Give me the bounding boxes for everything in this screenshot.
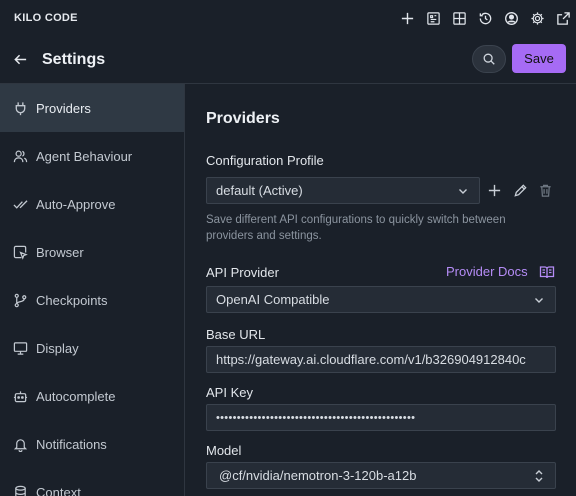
sidebar-item-checkpoints[interactable]: Checkpoints: [0, 276, 184, 324]
chevron-down-icon: [535, 298, 543, 303]
sidebar-item-label: Agent Behaviour: [36, 148, 133, 164]
book-open-icon[interactable]: [539, 264, 555, 280]
sidebar-item-label: Providers: [36, 100, 91, 116]
sidebar-item-label: Notifications: [36, 436, 107, 452]
api-provider-value: OpenAI Compatible: [216, 292, 330, 307]
base-url-label: Base URL: [206, 327, 266, 342]
history-icon[interactable]: [472, 0, 498, 36]
api-key-label: API Key: [206, 385, 253, 400]
base-url-value: https://gateway.ai.cloudflare.com/v1/b32…: [216, 352, 526, 367]
search-icon: [483, 53, 495, 65]
browser-cursor-icon: [12, 244, 28, 260]
chevron-updown-icon: [535, 470, 543, 482]
settings-header: Settings Save: [0, 36, 576, 84]
sidebar-item-autocomplete[interactable]: Autocomplete: [0, 372, 184, 420]
monitor-icon: [12, 340, 28, 356]
settings-content: Providers Configuration Profile default …: [186, 84, 576, 496]
sidebar-item-agent-behaviour[interactable]: Agent Behaviour: [0, 132, 184, 180]
sidebar-item-providers[interactable]: Providers: [0, 84, 184, 132]
sidebar-item-display[interactable]: Display: [0, 324, 184, 372]
api-key-input[interactable]: ••••••••••••••••••••••••••••••••••••••••…: [206, 404, 556, 431]
sidebar-item-label: Browser: [36, 244, 84, 260]
sidebar-item-notifications[interactable]: Notifications: [0, 420, 184, 468]
sidebar-item-auto-approve[interactable]: Auto-Approve: [0, 180, 184, 228]
config-profile-help: Save different API configurations to qui…: [206, 214, 506, 242]
robot-icon: [12, 388, 28, 404]
plug-icon: [12, 100, 28, 116]
page-title: Settings: [42, 50, 106, 68]
account-icon[interactable]: [498, 0, 524, 36]
sidebar-item-label: Auto-Approve: [36, 196, 116, 212]
sidebar-item-label: Autocomplete: [36, 388, 116, 404]
model-value: @cf/nvidia/nemotron-3-120b-a12b: [219, 468, 417, 483]
sidebar-item-label: Checkpoints: [36, 292, 108, 308]
top-toolbar: [394, 0, 576, 36]
api-key-value: ••••••••••••••••••••••••••••••••••••••••…: [216, 411, 416, 424]
config-profile-select[interactable]: default (Active): [206, 177, 480, 204]
bell-icon: [12, 436, 28, 452]
save-button[interactable]: Save: [512, 44, 566, 73]
api-provider-select[interactable]: OpenAI Compatible: [206, 286, 556, 313]
gear-icon[interactable]: [524, 0, 550, 36]
users-icon: [12, 148, 28, 164]
config-profile-label: Configuration Profile: [206, 153, 324, 168]
plus-icon[interactable]: [394, 0, 420, 36]
settings-sidebar: Providers Agent Behaviour Auto-Approve B…: [0, 84, 185, 496]
history-grid-icon[interactable]: [420, 0, 446, 36]
model-label: Model: [206, 443, 242, 458]
api-provider-label: API Provider: [206, 265, 279, 280]
base-url-input[interactable]: https://gateway.ai.cloudflare.com/v1/b32…: [206, 346, 556, 373]
section-title: Providers: [206, 110, 280, 127]
chevron-down-icon: [459, 189, 467, 194]
pencil-icon[interactable]: [511, 181, 529, 199]
back-arrow-icon[interactable]: [0, 36, 40, 84]
extensions-icon[interactable]: [446, 0, 472, 36]
plus-icon[interactable]: [485, 181, 503, 199]
sidebar-item-browser[interactable]: Browser: [0, 228, 184, 276]
config-profile-value: default (Active): [216, 183, 303, 198]
trash-icon[interactable]: [536, 181, 554, 199]
model-select[interactable]: @cf/nvidia/nemotron-3-120b-a12b: [206, 462, 556, 489]
check-double-icon: [12, 196, 28, 212]
sidebar-item-context[interactable]: Context: [0, 468, 184, 496]
sidebar-item-label: Display: [36, 340, 79, 356]
sidebar-item-label: Context: [36, 484, 81, 496]
app-brand: KILO CODE: [14, 12, 78, 24]
database-icon: [12, 484, 28, 496]
popout-icon[interactable]: [550, 0, 576, 36]
provider-docs-link[interactable]: Provider Docs: [446, 264, 528, 279]
git-branch-icon: [12, 292, 28, 308]
search-button[interactable]: [472, 45, 506, 73]
